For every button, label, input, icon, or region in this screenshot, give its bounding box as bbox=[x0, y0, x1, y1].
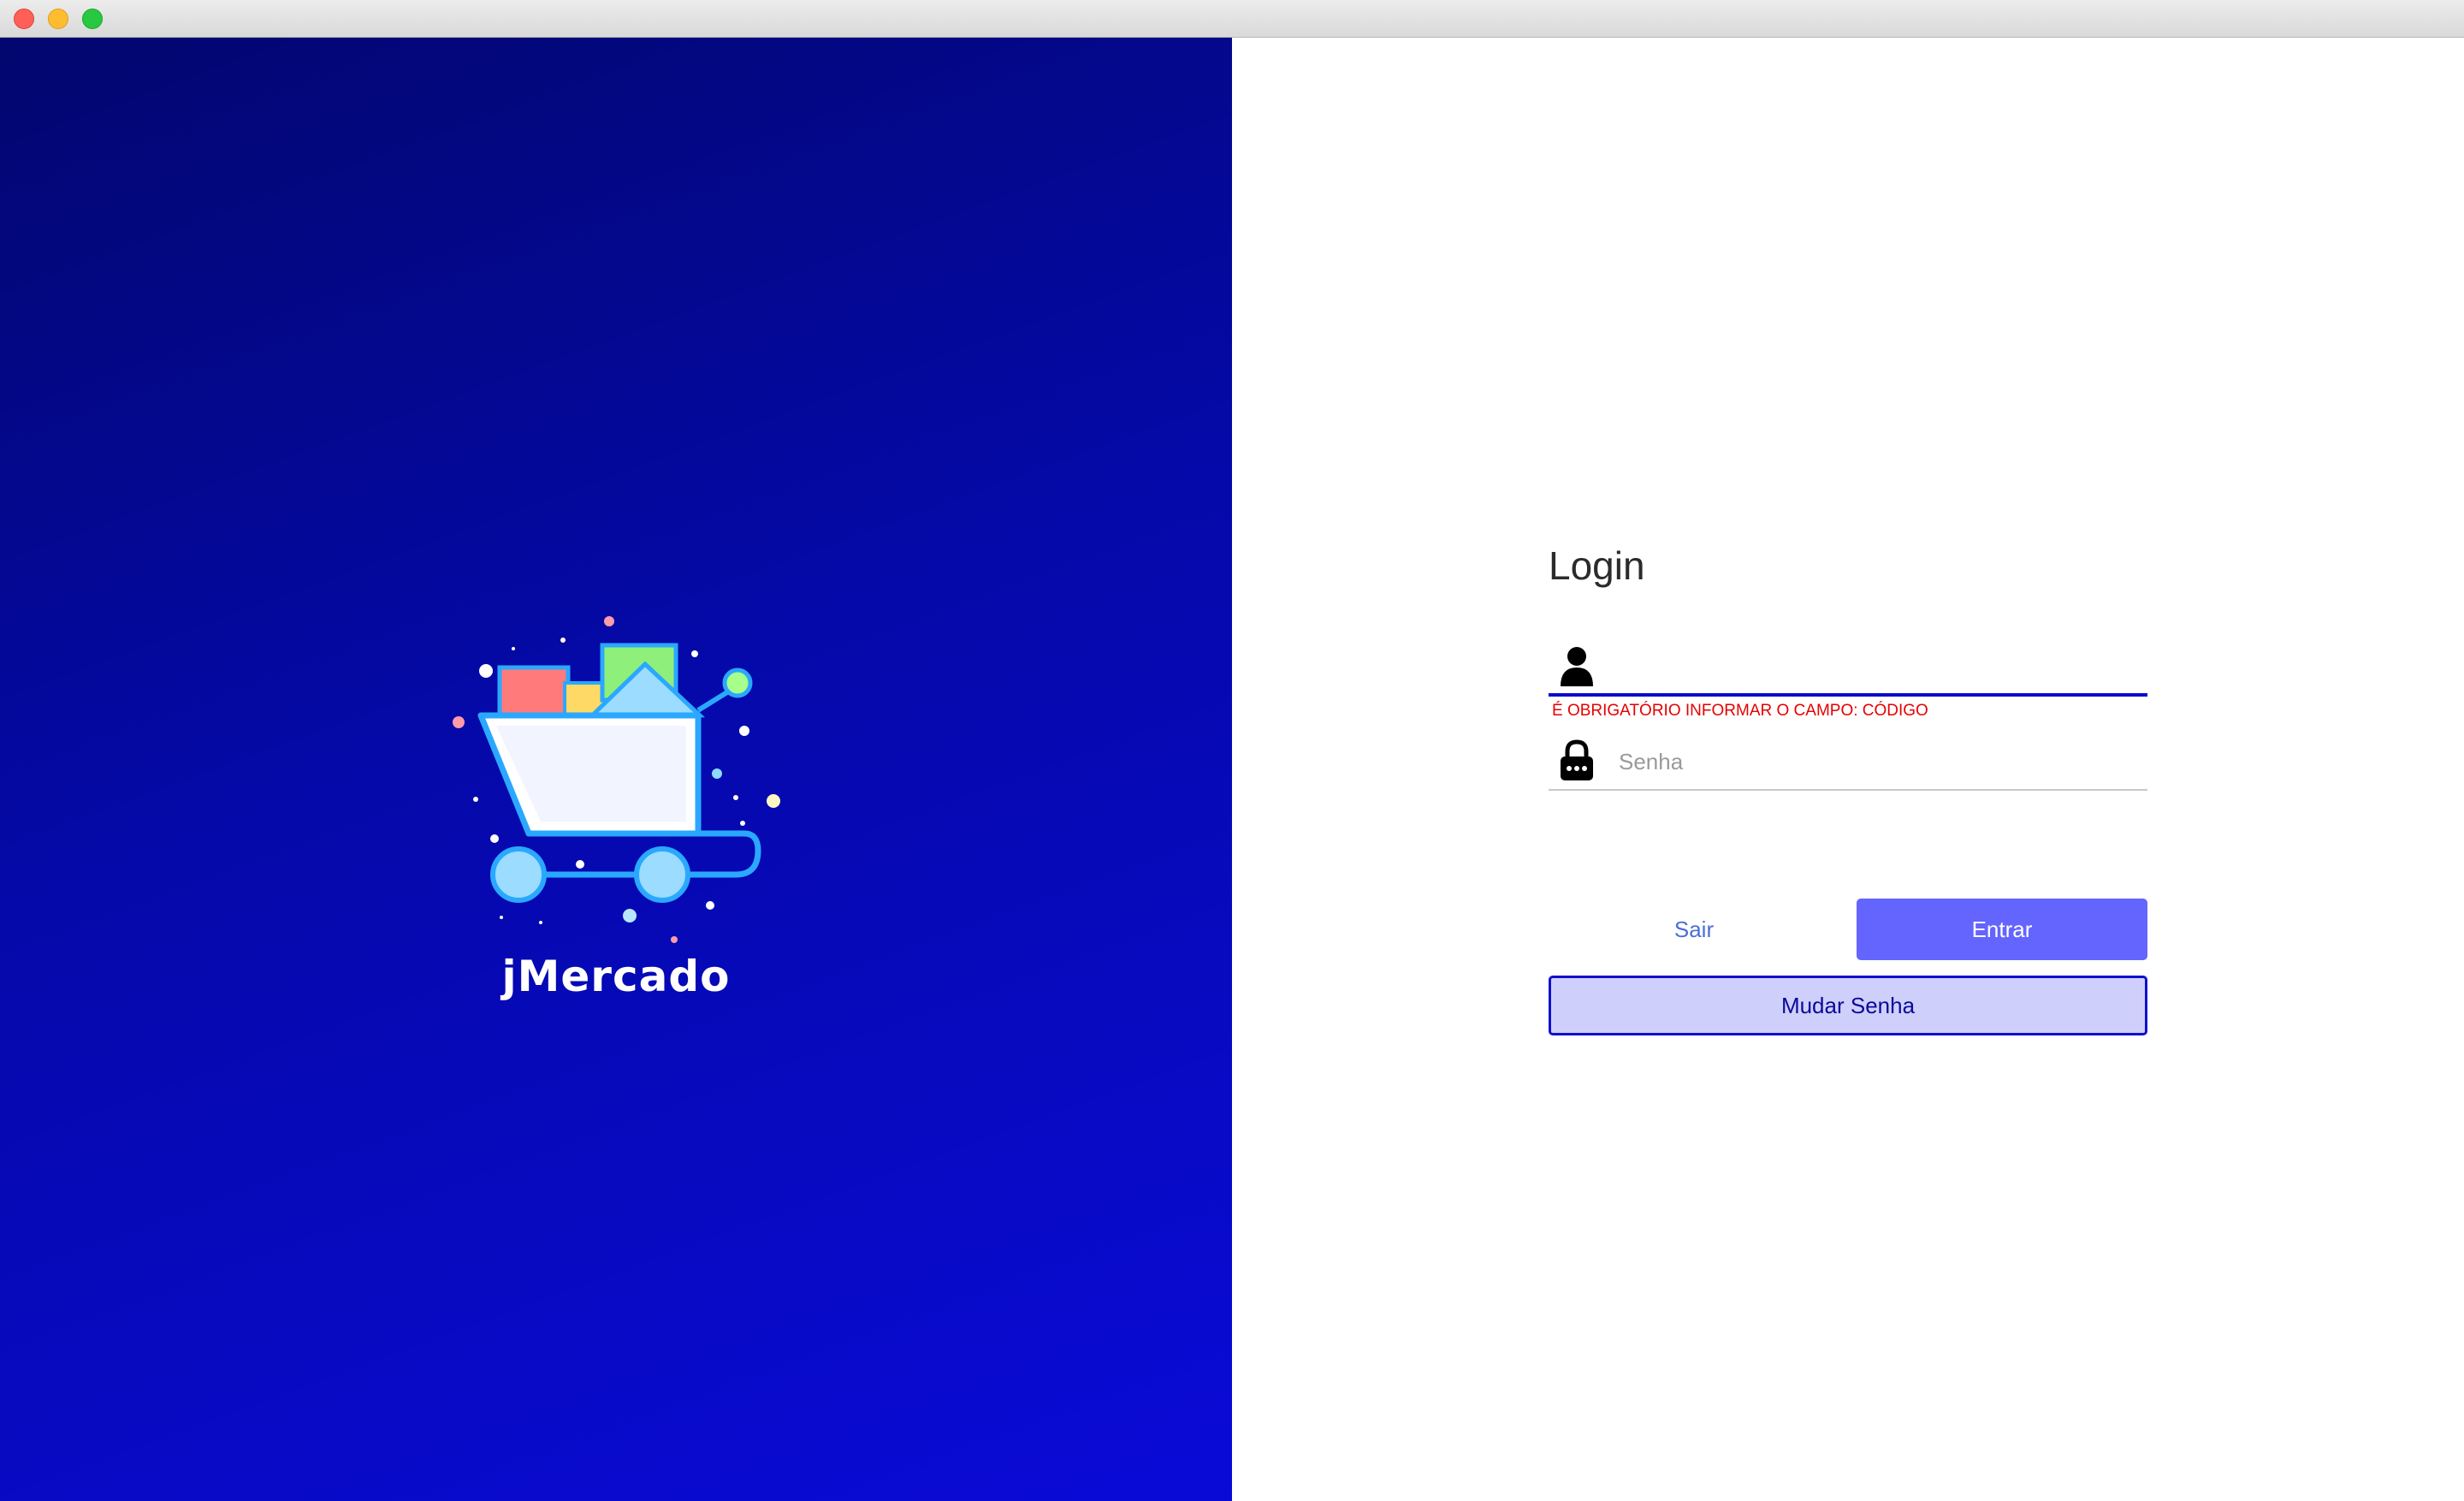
exit-button[interactable]: Sair bbox=[1549, 899, 1839, 960]
app-window: jMercado Login É OBRIGATÓRIO INFORMAR O … bbox=[0, 0, 2464, 1501]
lock-icon bbox=[1557, 738, 1596, 782]
user-icon bbox=[1557, 644, 1596, 688]
user-code-input[interactable] bbox=[1617, 644, 2134, 691]
shopping-cart-icon bbox=[445, 568, 787, 945]
enter-button[interactable]: Entrar bbox=[1857, 899, 2147, 960]
title-bar bbox=[0, 0, 2464, 38]
branding-panel: jMercado bbox=[0, 38, 1232, 1501]
user-field[interactable] bbox=[1549, 637, 2147, 697]
minimize-window-button[interactable] bbox=[48, 9, 68, 29]
password-field[interactable] bbox=[1549, 731, 2147, 791]
login-panel: Login É OBRIGATÓRIO INFORMAR O CAMPO: CÓ… bbox=[1232, 38, 2464, 1501]
change-password-button[interactable]: Mudar Senha bbox=[1549, 976, 2147, 1035]
password-input[interactable] bbox=[1617, 738, 2134, 786]
login-title: Login bbox=[1549, 543, 1645, 588]
app-name: jMercado bbox=[501, 952, 731, 1001]
close-window-button[interactable] bbox=[14, 9, 34, 29]
zoom-window-button[interactable] bbox=[82, 9, 103, 29]
user-field-error: É OBRIGATÓRIO INFORMAR O CAMPO: CÓDIGO bbox=[1552, 702, 1928, 720]
